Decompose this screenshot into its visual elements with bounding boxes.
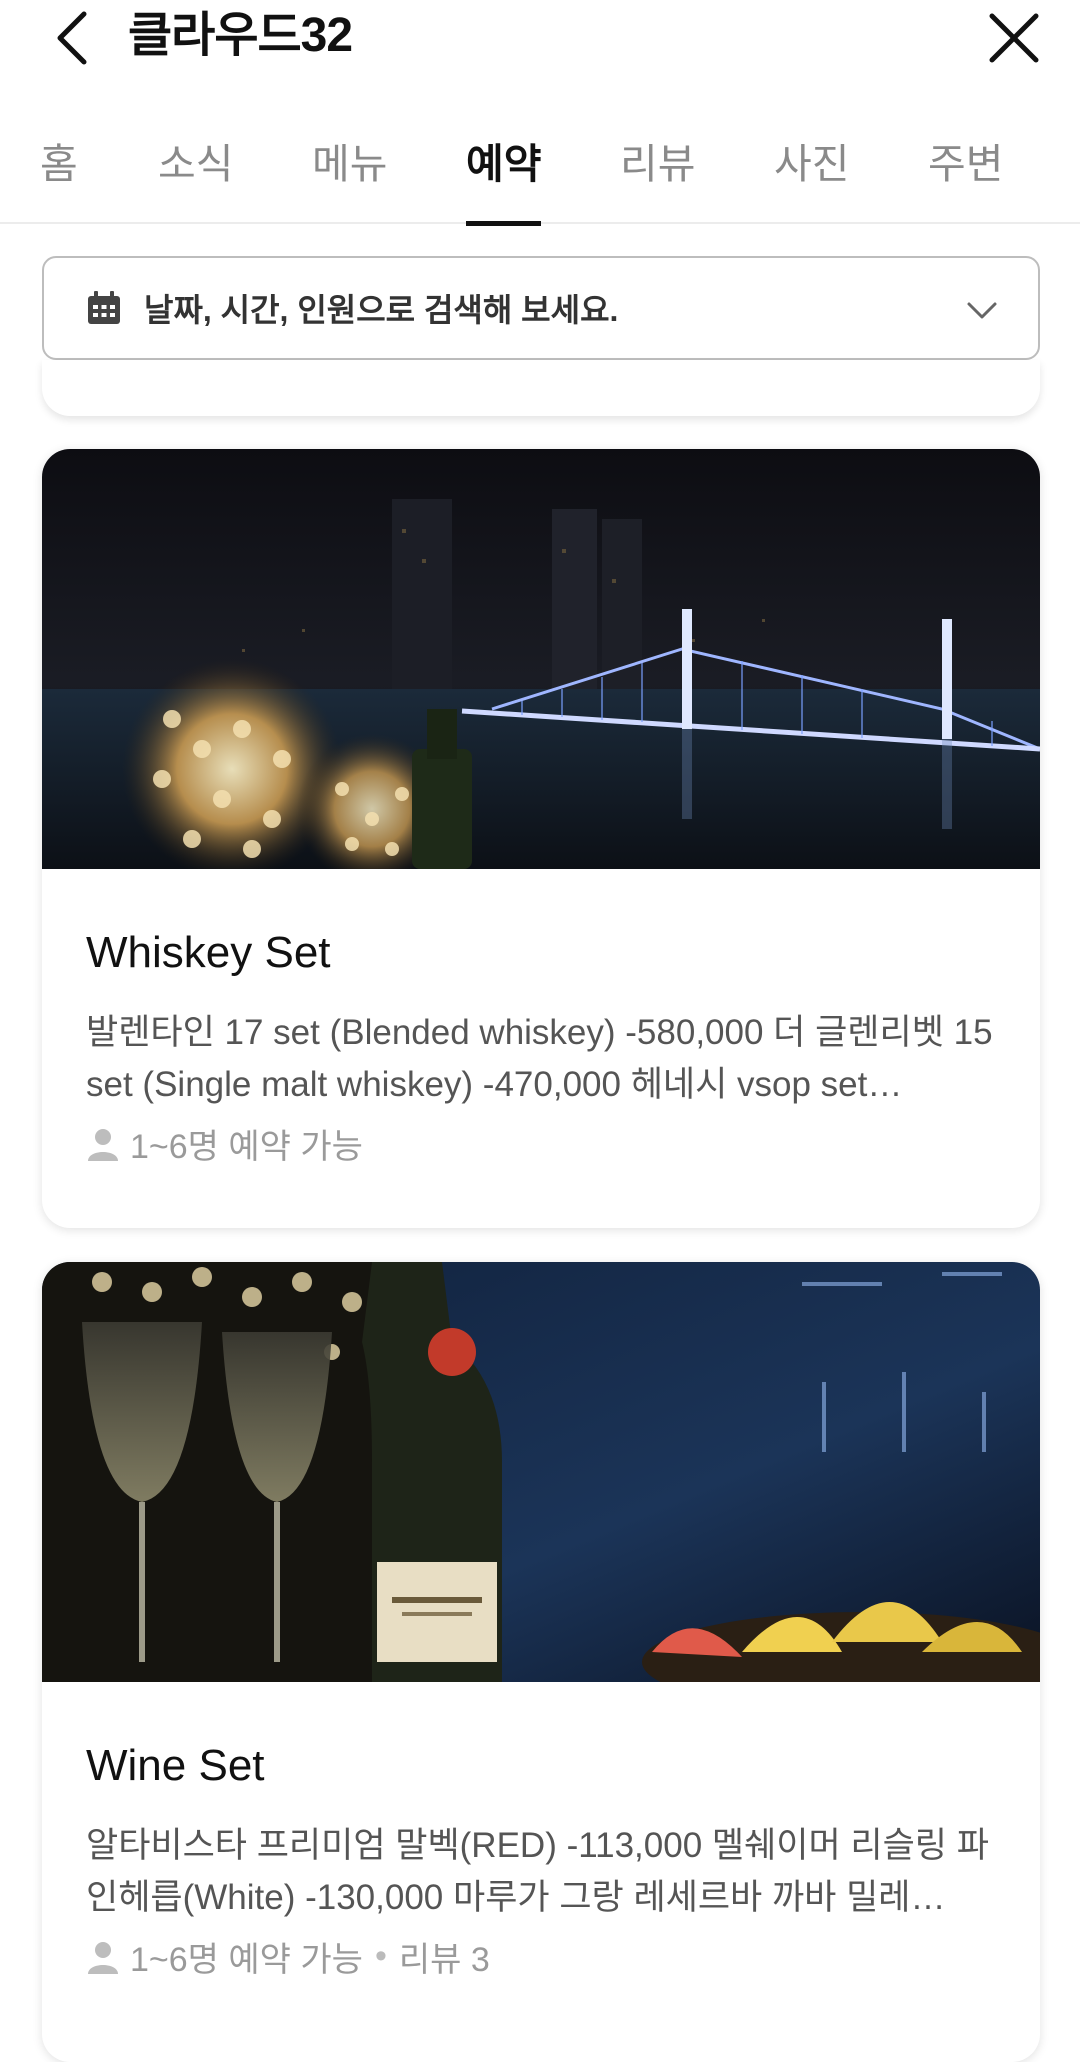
reservation-card-wine[interactable]: Wine Set 알타비스타 프리미엄 말벡(RED) -113,000 멜쉐이… (42, 1262, 1040, 2062)
card-image-night-bridge (42, 449, 1040, 869)
tab-photos[interactable]: 사진 (774, 132, 849, 224)
calendar-icon (88, 291, 120, 324)
card-meta: 1~6명 예약 가능 (86, 1119, 996, 1168)
reservation-card-whiskey[interactable]: Whiskey Set 발렌타인 17 set (Blended whiskey… (42, 449, 1040, 1228)
chevron-left-icon (57, 11, 87, 64)
chevron-down-icon (967, 302, 997, 319)
tab-bar: 홈 소식 메뉴 예약 리뷰 사진 주변 (0, 110, 1080, 226)
tab-home[interactable]: 홈 (40, 132, 78, 224)
capacity-text: 1~6명 예약 가능 (130, 1128, 363, 1166)
review-count[interactable]: 리뷰 3 (399, 1932, 490, 1981)
tab-reservation[interactable]: 예약 (466, 132, 542, 226)
card-description: 알타비스타 프리미엄 말벡(RED) -113,000 멜쉐이머 리슬링 파인헤… (86, 1826, 989, 1917)
capacity-text: 1~6명 예약 가능 (130, 1941, 363, 1979)
top-bar: 클라우드32 (0, 0, 1080, 90)
close-icon (989, 13, 1039, 62)
reservation-search-dropdown[interactable]: 날짜, 시간, 인원으로 검색해 보세요. (42, 256, 1040, 360)
close-button[interactable] (978, 0, 1050, 75)
tab-news[interactable]: 소식 (158, 132, 233, 224)
previous-card-edge (42, 360, 1040, 416)
person-icon (88, 1128, 118, 1161)
search-placeholder: 날짜, 시간, 인원으로 검색해 보세요. (144, 292, 619, 328)
card-description: 발렌타인 17 set (Blended whiskey) -580,000 더… (86, 1013, 993, 1104)
card-image-champagne (42, 1262, 1040, 1682)
tab-reviews[interactable]: 리뷰 (620, 132, 695, 224)
back-button[interactable] (42, 0, 102, 75)
page-title: 클라우드32 (128, 9, 353, 62)
card-meta: 1~6명 예약 가능 • 리뷰 3 (86, 1932, 996, 1981)
tab-menu[interactable]: 메뉴 (312, 132, 387, 224)
card-title: Whiskey Set (86, 928, 331, 977)
separator-dot: • (374, 1937, 387, 1975)
person-icon (88, 1941, 118, 1974)
tab-nearby[interactable]: 주변 (928, 132, 1003, 224)
card-title: Wine Set (86, 1741, 265, 1790)
